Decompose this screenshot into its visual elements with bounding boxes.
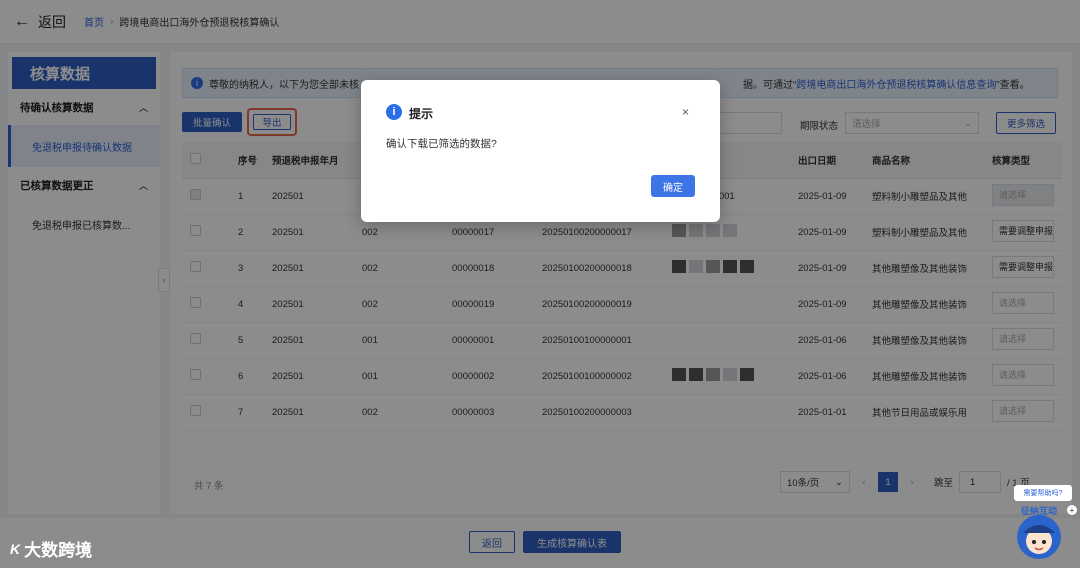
confirm-ok-button[interactable]: 确定 — [651, 175, 695, 197]
brand-logo-mark: K — [10, 540, 21, 557]
help-bubble[interactable]: 需要帮助吗? — [1014, 485, 1072, 501]
plus-icon[interactable]: + — [1067, 505, 1077, 515]
dialog-message: 确认下载已筛选的数据? — [386, 138, 497, 150]
confirm-dialog: i 提示 × 确认下载已筛选的数据? 确定 — [361, 80, 720, 222]
watermark-text: 大数跨境 — [24, 541, 93, 560]
assistant-mascot-icon[interactable]: 征纳互动 — [1013, 505, 1065, 561]
info-icon: i — [386, 104, 402, 120]
close-icon[interactable]: × — [682, 105, 689, 119]
dialog-title: 提示 — [409, 107, 434, 121]
watermark-logo: K 大数跨境 — [10, 536, 92, 561]
mascot-label: 征纳互动 — [1021, 505, 1057, 517]
